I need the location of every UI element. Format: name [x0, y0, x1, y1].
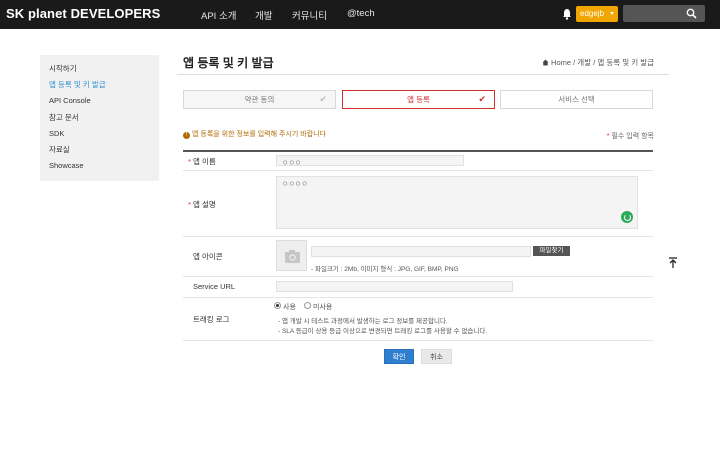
- step-app-register: 앱 등록 ✔: [342, 90, 495, 109]
- step-service-select: 서비스 선택: [500, 90, 653, 109]
- app-icon-preview: [276, 240, 307, 271]
- sidebar-item-app-register[interactable]: 앱 등록 및 키 발급: [40, 77, 159, 93]
- breadcrumb-text[interactable]: Home / 개발 / 앱 등록 및 키 발급: [551, 58, 654, 67]
- row-divider: [183, 276, 653, 277]
- user-name: edgejb: [580, 9, 605, 18]
- app-icon-label: 앱 아이콘: [193, 252, 223, 261]
- radio-use-label[interactable]: 사용: [283, 302, 296, 312]
- app-desc-textarea[interactable]: ㅇㅇㅇㅇ: [276, 176, 638, 229]
- user-menu-button[interactable]: edgejb: [576, 6, 618, 22]
- sidebar-item-archive[interactable]: 자료실: [40, 142, 159, 158]
- radio-not-use[interactable]: [304, 302, 311, 309]
- grammar-check-icon[interactable]: [621, 211, 633, 223]
- site-logo[interactable]: SK planet DEVELOPERS: [6, 6, 160, 21]
- sidebar-item-showcase[interactable]: Showcase: [40, 158, 159, 174]
- nav-api-intro[interactable]: API 소개: [201, 8, 236, 22]
- info-icon: !: [183, 132, 190, 139]
- service-url-field[interactable]: [276, 281, 513, 292]
- top-navbar: SK planet DEVELOPERS API 소개 개발 커뮤니티 @tec…: [0, 0, 720, 29]
- title-divider: [177, 74, 669, 75]
- radio-use[interactable]: [274, 302, 281, 309]
- notice-text: 앱 등록을 위한 정보를 입력해 주시기 바랍니다: [192, 131, 327, 138]
- check-icon: ✔: [478, 94, 486, 104]
- required-legend: * 필수 입력 항목: [607, 131, 654, 141]
- sidebar: 시작하기 앱 등록 및 키 발급 API Console 참고 문서 SDK 자…: [40, 55, 159, 181]
- step-indicator: 약관 동의 ✔ 앱 등록 ✔ 서비스 선택: [183, 90, 653, 109]
- step-terms: 약관 동의 ✔: [183, 90, 336, 109]
- chevron-down-icon: [610, 12, 614, 15]
- search-icon[interactable]: [686, 8, 697, 19]
- row-divider: [183, 340, 653, 341]
- required-mark: *: [188, 157, 191, 166]
- nav-community[interactable]: 커뮤니티: [292, 8, 327, 22]
- row-divider: [183, 236, 653, 237]
- nav-tech[interactable]: @tech: [347, 8, 375, 19]
- nav-develop[interactable]: 개발: [255, 8, 272, 22]
- form-notice: ! 앱 등록을 위한 정보를 입력해 주시기 바랍니다: [183, 129, 326, 139]
- required-mark: *: [606, 133, 610, 140]
- cancel-button[interactable]: 취소: [421, 349, 452, 364]
- step-label: 앱 등록: [407, 95, 430, 104]
- app-icon-file-field[interactable]: [311, 246, 531, 257]
- check-icon: ✔: [319, 94, 327, 104]
- breadcrumb: Home / 개발 / 앱 등록 및 키 발급: [542, 57, 654, 68]
- sidebar-item-api-console[interactable]: API Console: [40, 93, 159, 109]
- form-top-border: [183, 150, 653, 152]
- step-label: 약관 동의: [244, 95, 275, 104]
- app-desc-label: * 앱 설명: [188, 200, 216, 209]
- required-mark: *: [188, 200, 191, 209]
- page-title: 앱 등록 및 키 발급: [183, 56, 274, 70]
- tracking-log-help-1: - 앱 개발 시 테스트 과정에서 발생하는 로그 정보를 제공합니다.: [278, 318, 448, 325]
- tracking-log-help-2: - SLA 등급이 상용 등급 이상으로 변경되면 트래킹 로그를 사용할 수 …: [278, 328, 488, 335]
- back-to-top-icon[interactable]: [667, 256, 679, 270]
- confirm-button[interactable]: 확인: [384, 349, 414, 364]
- required-text: 필수 입력 항목: [611, 133, 654, 140]
- sidebar-item-reference[interactable]: 참고 문서: [40, 110, 159, 126]
- bell-icon[interactable]: [562, 8, 572, 20]
- tracking-log-label: 트래킹 로그: [193, 315, 230, 324]
- row-divider: [183, 297, 653, 298]
- service-url-label: Service URL: [193, 282, 236, 291]
- home-icon: [542, 59, 549, 66]
- radio-not-use-label[interactable]: 미사용: [313, 302, 332, 312]
- step-label: 서비스 선택: [558, 95, 595, 104]
- app-name-field[interactable]: ㅇㅇㅇ: [276, 155, 464, 167]
- row-divider: [183, 170, 653, 171]
- sidebar-item-sdk[interactable]: SDK: [40, 126, 159, 142]
- sidebar-item-getting-started[interactable]: 시작하기: [40, 61, 159, 77]
- file-browse-button[interactable]: 파일찾기: [533, 246, 570, 256]
- search-input[interactable]: [623, 5, 705, 22]
- app-name-label: * 앱 이름: [188, 157, 216, 166]
- app-icon-hint: - 파일크기 : 2Mb, 이미지 형식 : JPG, GIF, BMP, PN…: [311, 266, 459, 273]
- camera-icon: [285, 250, 300, 263]
